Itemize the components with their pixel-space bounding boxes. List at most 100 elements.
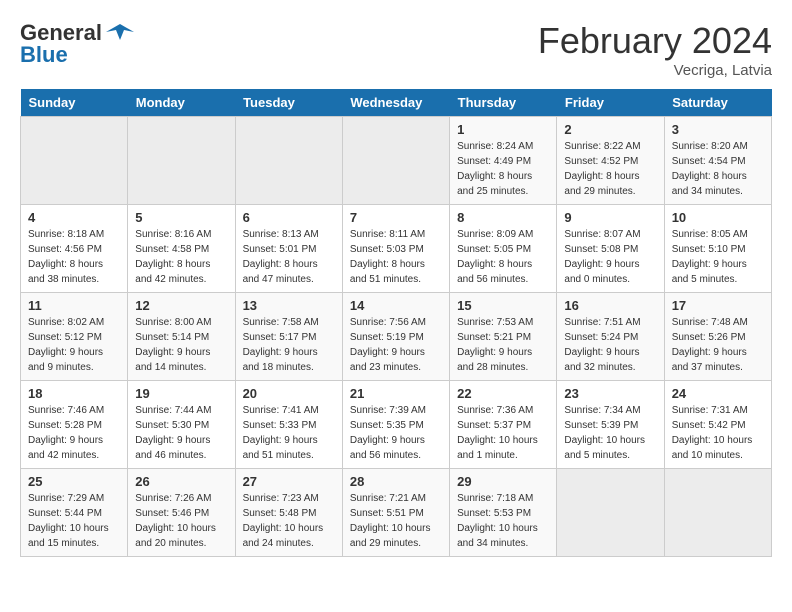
logo-blue-text: Blue bbox=[20, 42, 68, 68]
calendar-day-cell bbox=[342, 117, 449, 205]
calendar-day-cell: 22Sunrise: 7:36 AM Sunset: 5:37 PM Dayli… bbox=[450, 381, 557, 469]
day-info: Sunrise: 7:21 AM Sunset: 5:51 PM Dayligh… bbox=[350, 491, 442, 551]
calendar-day-cell: 26 Sunrise: 7:26 AM Sunset: 5:46 PM Dayli… bbox=[128, 469, 235, 557]
day-number: 23 bbox=[564, 386, 656, 401]
calendar-day-cell: 11 Sunrise: 8:02 AM Sunset: 5:12 PM Dayli… bbox=[21, 293, 128, 381]
calendar-day-cell: 23 Sunrise: 7:34 AM Sunset: 5:39 PM Dayli… bbox=[557, 381, 664, 469]
calendar-week-row: 18Sunrise: 7:46 AM Sunset: 5:28 PM Dayli… bbox=[21, 381, 772, 469]
day-info: Sunrise: 8:18 AM Sunset: 4:56 PM Dayligh… bbox=[28, 227, 120, 287]
day-info: Sunrise: 8:11 AM Sunset: 5:03 PM Dayligh… bbox=[350, 227, 442, 287]
column-header-tuesday: Tuesday bbox=[235, 89, 342, 117]
day-info: Sunrise: 7:44 AM Sunset: 5:30 PM Dayligh… bbox=[135, 403, 227, 463]
calendar-day-cell: 28 Sunrise: 7:21 AM Sunset: 5:51 PM Dayli… bbox=[342, 469, 449, 557]
page-header: General Blue February 2024 Vecriga, Latv… bbox=[20, 20, 772, 79]
day-number: 8 bbox=[457, 210, 549, 225]
calendar-week-row: 1 Sunrise: 8:24 AM Sunset: 4:49 PM Daylig… bbox=[21, 117, 772, 205]
day-number: 9 bbox=[564, 210, 656, 225]
calendar-day-cell: 14 Sunrise: 7:56 AM Sunset: 5:19 PM Dayli… bbox=[342, 293, 449, 381]
calendar-day-cell: 21 Sunrise: 7:39 AM Sunset: 5:35 PM Dayli… bbox=[342, 381, 449, 469]
day-number: 5 bbox=[135, 210, 227, 225]
day-number: 15 bbox=[457, 298, 549, 313]
day-number: 17 bbox=[672, 298, 764, 313]
column-header-sunday: Sunday bbox=[21, 89, 128, 117]
day-number: 16 bbox=[564, 298, 656, 313]
calendar-day-cell: 8 Sunrise: 8:09 AM Sunset: 5:05 PM Daylig… bbox=[450, 205, 557, 293]
day-number: 19 bbox=[135, 386, 227, 401]
day-info: Sunrise: 7:29 AM Sunset: 5:44 PM Dayligh… bbox=[28, 491, 120, 551]
calendar-table: SundayMondayTuesdayWednesdayThursdayFrid… bbox=[20, 89, 772, 557]
day-info: Sunrise: 8:05 AM Sunset: 5:10 PM Dayligh… bbox=[672, 227, 764, 287]
logo-bird-icon bbox=[106, 22, 134, 44]
day-info: Sunrise: 7:53 AM Sunset: 5:21 PM Dayligh… bbox=[457, 315, 549, 375]
day-info: Sunrise: 8:20 AM Sunset: 4:54 PM Dayligh… bbox=[672, 139, 764, 199]
day-info: Sunrise: 8:07 AM Sunset: 5:08 PM Dayligh… bbox=[564, 227, 656, 287]
day-info: Sunrise: 8:00 AM Sunset: 5:14 PM Dayligh… bbox=[135, 315, 227, 375]
calendar-day-cell bbox=[21, 117, 128, 205]
day-number: 13 bbox=[243, 298, 335, 313]
day-info: Sunrise: 7:31 AM Sunset: 5:42 PM Dayligh… bbox=[672, 403, 764, 463]
day-number: 20 bbox=[243, 386, 335, 401]
day-number: 27 bbox=[243, 474, 335, 489]
logo: General Blue bbox=[20, 20, 134, 68]
calendar-header-row: SundayMondayTuesdayWednesdayThursdayFrid… bbox=[21, 89, 772, 117]
column-header-wednesday: Wednesday bbox=[342, 89, 449, 117]
day-info: Sunrise: 7:41 AM Sunset: 5:33 PM Dayligh… bbox=[243, 403, 335, 463]
day-number: 21 bbox=[350, 386, 442, 401]
calendar-day-cell: 2Sunrise: 8:22 AM Sunset: 4:52 PM Daylig… bbox=[557, 117, 664, 205]
day-number: 26 bbox=[135, 474, 227, 489]
calendar-day-cell: 13 Sunrise: 7:58 AM Sunset: 5:17 PM Dayli… bbox=[235, 293, 342, 381]
day-number: 14 bbox=[350, 298, 442, 313]
day-info: Sunrise: 8:22 AM Sunset: 4:52 PM Dayligh… bbox=[564, 139, 656, 199]
day-info: Sunrise: 8:24 AM Sunset: 4:49 PM Dayligh… bbox=[457, 139, 549, 199]
day-info: Sunrise: 8:09 AM Sunset: 5:05 PM Dayligh… bbox=[457, 227, 549, 287]
calendar-day-cell bbox=[128, 117, 235, 205]
day-info: Sunrise: 7:56 AM Sunset: 5:19 PM Dayligh… bbox=[350, 315, 442, 375]
calendar-day-cell bbox=[664, 469, 771, 557]
day-number: 1 bbox=[457, 122, 549, 137]
calendar-day-cell: 29Sunrise: 7:18 AM Sunset: 5:53 PM Dayli… bbox=[450, 469, 557, 557]
calendar-day-cell: 27 Sunrise: 7:23 AM Sunset: 5:48 PM Dayli… bbox=[235, 469, 342, 557]
day-info: Sunrise: 8:13 AM Sunset: 5:01 PM Dayligh… bbox=[243, 227, 335, 287]
title-area: February 2024 Vecriga, Latvia bbox=[538, 20, 772, 79]
calendar-day-cell: 10 Sunrise: 8:05 AM Sunset: 5:10 PM Dayli… bbox=[664, 205, 771, 293]
day-number: 7 bbox=[350, 210, 442, 225]
calendar-day-cell bbox=[235, 117, 342, 205]
calendar-day-cell: 18Sunrise: 7:46 AM Sunset: 5:28 PM Dayli… bbox=[21, 381, 128, 469]
column-header-thursday: Thursday bbox=[450, 89, 557, 117]
calendar-day-cell: 5 Sunrise: 8:16 AM Sunset: 4:58 PM Daylig… bbox=[128, 205, 235, 293]
calendar-day-cell: 6 Sunrise: 8:13 AM Sunset: 5:01 PM Daylig… bbox=[235, 205, 342, 293]
day-info: Sunrise: 7:34 AM Sunset: 5:39 PM Dayligh… bbox=[564, 403, 656, 463]
day-info: Sunrise: 7:51 AM Sunset: 5:24 PM Dayligh… bbox=[564, 315, 656, 375]
day-number: 10 bbox=[672, 210, 764, 225]
day-info: Sunrise: 7:39 AM Sunset: 5:35 PM Dayligh… bbox=[350, 403, 442, 463]
calendar-day-cell: 25Sunrise: 7:29 AM Sunset: 5:44 PM Dayli… bbox=[21, 469, 128, 557]
calendar-day-cell: 3Sunrise: 8:20 AM Sunset: 4:54 PM Daylig… bbox=[664, 117, 771, 205]
calendar-day-cell: 24 Sunrise: 7:31 AM Sunset: 5:42 PM Dayli… bbox=[664, 381, 771, 469]
day-info: Sunrise: 7:23 AM Sunset: 5:48 PM Dayligh… bbox=[243, 491, 335, 551]
day-number: 11 bbox=[28, 298, 120, 313]
calendar-week-row: 25Sunrise: 7:29 AM Sunset: 5:44 PM Dayli… bbox=[21, 469, 772, 557]
day-info: Sunrise: 7:58 AM Sunset: 5:17 PM Dayligh… bbox=[243, 315, 335, 375]
column-header-saturday: Saturday bbox=[664, 89, 771, 117]
day-number: 12 bbox=[135, 298, 227, 313]
day-number: 29 bbox=[457, 474, 549, 489]
day-number: 28 bbox=[350, 474, 442, 489]
day-info: Sunrise: 8:02 AM Sunset: 5:12 PM Dayligh… bbox=[28, 315, 120, 375]
day-number: 22 bbox=[457, 386, 549, 401]
day-number: 24 bbox=[672, 386, 764, 401]
calendar-day-cell bbox=[557, 469, 664, 557]
calendar-week-row: 4 Sunrise: 8:18 AM Sunset: 4:56 PM Daylig… bbox=[21, 205, 772, 293]
day-info: Sunrise: 7:26 AM Sunset: 5:46 PM Dayligh… bbox=[135, 491, 227, 551]
calendar-day-cell: 7 Sunrise: 8:11 AM Sunset: 5:03 PM Daylig… bbox=[342, 205, 449, 293]
location-subtitle: Vecriga, Latvia bbox=[538, 62, 772, 79]
day-number: 4 bbox=[28, 210, 120, 225]
day-info: Sunrise: 8:16 AM Sunset: 4:58 PM Dayligh… bbox=[135, 227, 227, 287]
day-number: 6 bbox=[243, 210, 335, 225]
calendar-day-cell: 19 Sunrise: 7:44 AM Sunset: 5:30 PM Dayli… bbox=[128, 381, 235, 469]
calendar-day-cell: 17Sunrise: 7:48 AM Sunset: 5:26 PM Dayli… bbox=[664, 293, 771, 381]
column-header-friday: Friday bbox=[557, 89, 664, 117]
calendar-day-cell: 4 Sunrise: 8:18 AM Sunset: 4:56 PM Daylig… bbox=[21, 205, 128, 293]
calendar-day-cell: 12 Sunrise: 8:00 AM Sunset: 5:14 PM Dayli… bbox=[128, 293, 235, 381]
day-info: Sunrise: 7:46 AM Sunset: 5:28 PM Dayligh… bbox=[28, 403, 120, 463]
calendar-day-cell: 16 Sunrise: 7:51 AM Sunset: 5:24 PM Dayli… bbox=[557, 293, 664, 381]
